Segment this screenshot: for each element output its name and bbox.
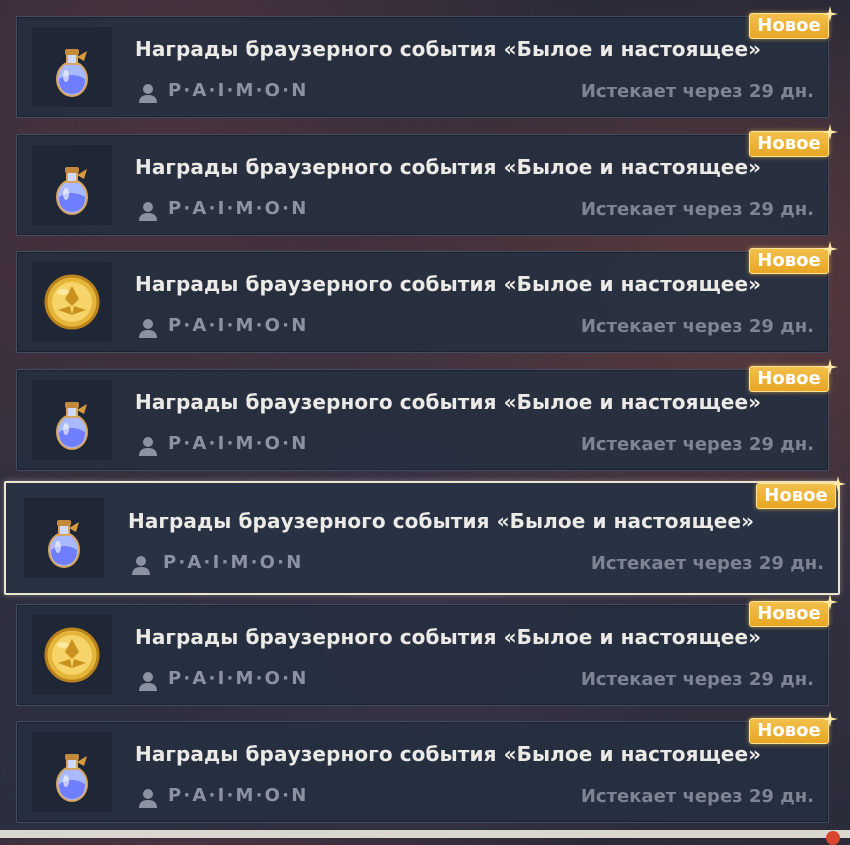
mail-item-selected[interactable]: Награды браузерного события «Былое и нас… <box>4 481 840 595</box>
mora-coin-icon <box>44 627 100 683</box>
mail-item[interactable]: Награды браузерного события «Былое и нас… <box>16 369 829 471</box>
mail-title: Награды браузерного события «Былое и нас… <box>135 155 762 179</box>
item-thumbnail <box>24 498 104 578</box>
potion-bottle-icon <box>56 49 88 97</box>
new-badge: Новое <box>749 601 829 627</box>
mail-sender: P·A·I·M·O·N <box>168 315 309 336</box>
new-badge: Новое <box>749 718 829 744</box>
sparkle-icon <box>822 241 838 257</box>
mail-expiry: Истекает через 29 дн. <box>590 553 824 574</box>
potion-bottle-icon <box>56 402 88 450</box>
mail-title: Награды браузерного события «Былое и нас… <box>135 390 762 414</box>
new-badge: Новое <box>756 483 836 509</box>
person-icon <box>139 84 157 103</box>
mail-expiry: Истекает через 29 дн. <box>580 316 814 337</box>
mail-sender: P·A·I·M·O·N <box>163 552 304 573</box>
sparkle-icon <box>822 711 838 727</box>
mail-title: Награды браузерного события «Былое и нас… <box>128 509 755 533</box>
bottom-edge <box>0 830 850 838</box>
new-badge: Новое <box>749 131 829 157</box>
mail-title: Награды браузерного события «Былое и нас… <box>135 37 762 61</box>
sparkle-icon <box>830 476 846 492</box>
person-icon <box>132 556 150 575</box>
mail-title: Награды браузерного события «Былое и нас… <box>135 625 762 649</box>
mail-title: Награды браузерного события «Былое и нас… <box>135 742 762 766</box>
item-thumbnail <box>32 145 112 225</box>
mail-item[interactable]: Награды браузерного события «Былое и нас… <box>16 134 829 236</box>
sparkle-icon <box>822 124 838 140</box>
mail-sender: P·A·I·M·O·N <box>168 785 309 806</box>
sparkle-icon <box>822 594 838 610</box>
potion-bottle-icon <box>48 520 80 568</box>
mail-expiry: Истекает через 29 дн. <box>580 434 814 455</box>
sparkle-icon <box>822 6 838 22</box>
mail-sender: P·A·I·M·O·N <box>168 198 309 219</box>
mail-expiry: Истекает через 29 дн. <box>580 81 814 102</box>
mail-item[interactable]: Награды браузерного события «Былое и нас… <box>16 721 829 823</box>
mail-title: Награды браузерного события «Былое и нас… <box>135 272 762 296</box>
item-thumbnail <box>32 615 112 695</box>
mail-sender: P·A·I·M·O·N <box>168 668 309 689</box>
potion-bottle-icon <box>56 754 88 802</box>
mail-item[interactable]: Награды браузерного события «Былое и нас… <box>16 251 829 353</box>
person-icon <box>139 672 157 691</box>
new-badge: Новое <box>749 13 829 39</box>
new-badge: Новое <box>749 248 829 274</box>
mail-sender: P·A·I·M·O·N <box>168 80 309 101</box>
item-thumbnail <box>32 380 112 460</box>
mora-coin-icon <box>44 274 100 330</box>
mail-expiry: Истекает через 29 дн. <box>580 669 814 690</box>
item-thumbnail <box>32 27 112 107</box>
person-icon <box>139 319 157 338</box>
notification-dot <box>826 831 840 845</box>
mail-item[interactable]: Награды браузерного события «Былое и нас… <box>16 604 829 706</box>
item-thumbnail <box>32 262 112 342</box>
new-badge: Новое <box>749 366 829 392</box>
mail-list: Награды браузерного события «Былое и нас… <box>0 0 850 845</box>
person-icon <box>139 789 157 808</box>
mail-expiry: Истекает через 29 дн. <box>580 199 814 220</box>
person-icon <box>139 437 157 456</box>
mail-expiry: Истекает через 29 дн. <box>580 786 814 807</box>
mail-sender: P·A·I·M·O·N <box>168 433 309 454</box>
item-thumbnail <box>32 732 112 812</box>
mail-item[interactable]: Награды браузерного события «Былое и нас… <box>16 16 829 118</box>
sparkle-icon <box>822 359 838 375</box>
potion-bottle-icon <box>56 167 88 215</box>
person-icon <box>139 202 157 221</box>
